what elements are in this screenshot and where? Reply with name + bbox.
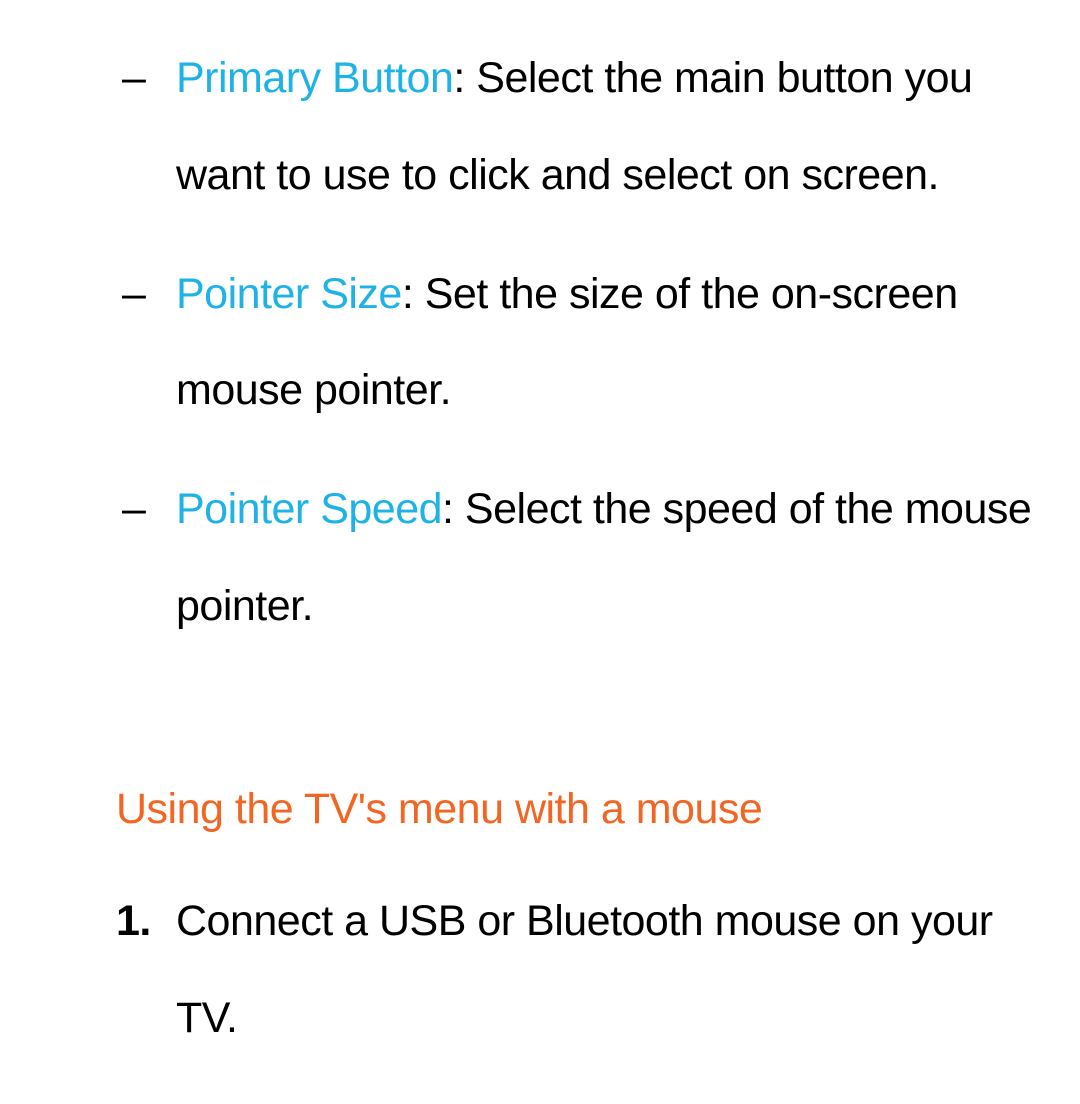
bullet-marker: –	[116, 461, 176, 655]
step-number: 1.	[116, 873, 176, 1067]
option-list: – Primary Button: Select the main button…	[0, 30, 1080, 655]
item-text: Pointer Size: Set the size of the on-scr…	[176, 246, 1032, 440]
list-item: – Pointer Speed: Select the speed of the…	[116, 461, 1032, 655]
option-term: Primary Button	[176, 54, 453, 102]
section-heading: Using the TV's menu with a mouse	[0, 775, 1080, 844]
item-text: Primary Button: Select the main button y…	[176, 30, 1032, 224]
bullet-marker: –	[116, 246, 176, 440]
list-item: – Pointer Size: Set the size of the on-s…	[116, 246, 1032, 440]
list-item: – Primary Button: Select the main button…	[116, 30, 1032, 224]
option-term: Pointer Speed	[176, 485, 442, 533]
step-item: 1. Connect a USB or Bluetooth mouse on y…	[116, 873, 1032, 1067]
item-text: Pointer Speed: Select the speed of the m…	[176, 461, 1032, 655]
step-text: Connect a USB or Bluetooth mouse on your…	[176, 873, 1032, 1067]
numbered-list: 1. Connect a USB or Bluetooth mouse on y…	[0, 873, 1080, 1067]
bullet-marker: –	[116, 30, 176, 224]
option-term: Pointer Size	[176, 270, 402, 318]
